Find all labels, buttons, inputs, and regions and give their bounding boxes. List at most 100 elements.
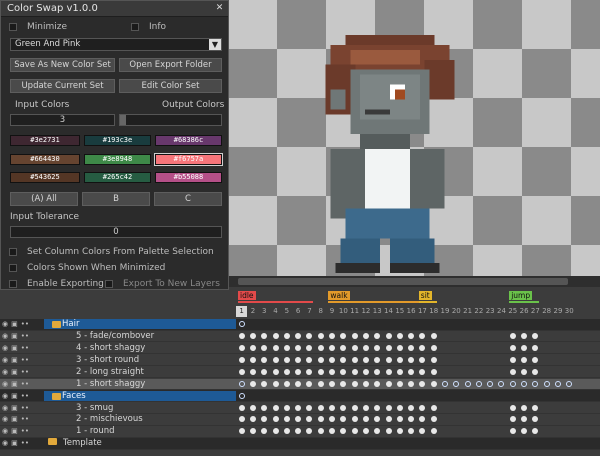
cel[interactable] xyxy=(281,379,292,389)
cel[interactable] xyxy=(349,343,360,353)
cel[interactable] xyxy=(360,379,371,389)
cel[interactable] xyxy=(405,379,416,389)
cel[interactable] xyxy=(552,331,563,341)
colors-shown-checkbox-row[interactable]: Colors Shown When Minimized xyxy=(9,263,165,273)
cel[interactable] xyxy=(473,379,484,389)
cel[interactable] xyxy=(485,379,496,389)
color-swatch[interactable]: #193c3e xyxy=(84,135,151,146)
cel[interactable] xyxy=(326,331,337,341)
edit-color-set-button[interactable]: Edit Color Set xyxy=(119,79,222,93)
cel[interactable] xyxy=(236,438,247,448)
info-checkbox[interactable] xyxy=(131,23,139,31)
lock-icon[interactable]: ▣ xyxy=(11,356,18,364)
cel[interactable] xyxy=(485,343,496,353)
cel[interactable] xyxy=(383,379,394,389)
animation-tag-idle[interactable]: idle xyxy=(238,291,256,300)
cel[interactable] xyxy=(259,438,270,448)
column-b-button[interactable]: B xyxy=(82,192,150,206)
cel[interactable] xyxy=(292,379,303,389)
cel[interactable] xyxy=(338,414,349,424)
cel[interactable] xyxy=(417,426,428,436)
cel[interactable] xyxy=(281,426,292,436)
cel[interactable] xyxy=(541,355,552,365)
cel[interactable] xyxy=(326,355,337,365)
cel[interactable] xyxy=(541,319,552,329)
eye-icon[interactable]: ◉ xyxy=(2,344,8,352)
cel[interactable] xyxy=(451,379,462,389)
frame-number[interactable]: 10 xyxy=(338,306,349,317)
cel[interactable] xyxy=(417,379,428,389)
cel[interactable] xyxy=(507,403,518,413)
cel[interactable] xyxy=(372,355,383,365)
cel[interactable] xyxy=(439,331,450,341)
cel[interactable] xyxy=(473,319,484,329)
lock-icon[interactable]: ▣ xyxy=(11,404,18,412)
link-icon[interactable]: •• xyxy=(21,392,29,400)
colors-shown-checkbox[interactable] xyxy=(9,264,17,272)
frame-number[interactable]: 4 xyxy=(270,306,281,317)
cel[interactable] xyxy=(496,438,507,448)
cel[interactable] xyxy=(541,426,552,436)
cel[interactable] xyxy=(485,367,496,377)
layer-group-row[interactable]: ◉ ▣ •• Faces xyxy=(0,390,600,402)
color-swatch[interactable]: #3e8948 xyxy=(84,154,151,165)
cel[interactable] xyxy=(259,403,270,413)
cel[interactable] xyxy=(507,343,518,353)
cel[interactable] xyxy=(564,319,575,329)
cel[interactable] xyxy=(281,414,292,424)
cel[interactable] xyxy=(326,414,337,424)
cel[interactable] xyxy=(304,355,315,365)
cel[interactable] xyxy=(270,343,281,353)
frame-number[interactable]: 26 xyxy=(518,306,529,317)
cel[interactable] xyxy=(451,367,462,377)
lock-icon[interactable]: ▣ xyxy=(11,427,18,435)
cel[interactable] xyxy=(360,343,371,353)
cel[interactable] xyxy=(259,414,270,424)
cel[interactable] xyxy=(326,379,337,389)
cel[interactable] xyxy=(270,379,281,389)
layer-group-row[interactable]: ◉ ▣ •• Hair xyxy=(0,319,600,331)
cel[interactable] xyxy=(372,331,383,341)
cel[interactable] xyxy=(405,355,416,365)
cel[interactable] xyxy=(417,367,428,377)
cel[interactable] xyxy=(360,403,371,413)
cel[interactable] xyxy=(281,331,292,341)
cel[interactable] xyxy=(315,426,326,436)
cel[interactable] xyxy=(315,403,326,413)
animation-tag-jump[interactable]: jump xyxy=(509,291,533,300)
cel[interactable] xyxy=(507,319,518,329)
cel[interactable] xyxy=(541,331,552,341)
cel[interactable] xyxy=(518,319,529,329)
cel[interactable] xyxy=(417,403,428,413)
cel[interactable] xyxy=(439,343,450,353)
open-export-folder-button[interactable]: Open Export Folder xyxy=(119,58,222,72)
cel[interactable] xyxy=(507,426,518,436)
cel[interactable] xyxy=(496,343,507,353)
cel[interactable] xyxy=(507,355,518,365)
cel[interactable] xyxy=(518,438,529,448)
cel[interactable] xyxy=(496,426,507,436)
cel[interactable] xyxy=(564,426,575,436)
cel[interactable] xyxy=(259,379,270,389)
cel[interactable] xyxy=(552,319,563,329)
cel[interactable] xyxy=(247,331,258,341)
cel[interactable] xyxy=(485,438,496,448)
cel[interactable] xyxy=(338,319,349,329)
cel[interactable] xyxy=(564,331,575,341)
link-icon[interactable]: •• xyxy=(21,320,29,328)
cel[interactable] xyxy=(326,426,337,436)
link-icon[interactable]: •• xyxy=(21,427,29,435)
color-swatch[interactable]: #68386c xyxy=(155,135,222,146)
cel[interactable] xyxy=(394,331,405,341)
cel[interactable] xyxy=(270,319,281,329)
cel[interactable] xyxy=(304,391,315,401)
cel[interactable] xyxy=(383,331,394,341)
color-swatch[interactable]: #543625 xyxy=(10,172,80,183)
frame-number[interactable]: 28 xyxy=(541,306,552,317)
cel[interactable] xyxy=(541,367,552,377)
lock-icon[interactable]: ▣ xyxy=(11,380,18,388)
cel[interactable] xyxy=(383,414,394,424)
frame-number[interactable]: 8 xyxy=(315,306,326,317)
cel[interactable] xyxy=(507,367,518,377)
cel[interactable] xyxy=(315,367,326,377)
